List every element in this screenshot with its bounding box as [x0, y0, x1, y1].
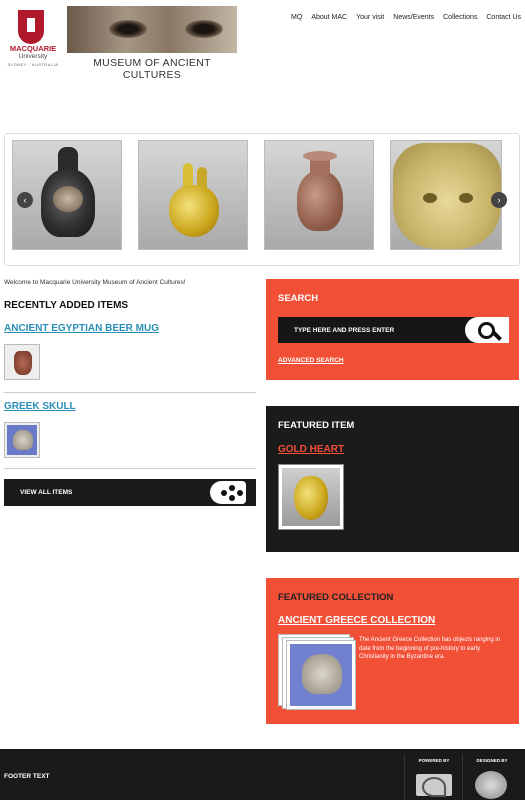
recent-item-title[interactable]: ANCIENT EGYPTIAN BEER MUG — [4, 323, 159, 334]
footer-text: FOOTER TEXT — [4, 773, 50, 780]
university-crest-icon — [18, 10, 44, 44]
nav-news-events[interactable]: News/Events — [393, 14, 434, 21]
featured-item-panel: FEATURED ITEM GOLD HEART — [266, 406, 519, 552]
search-bar — [278, 317, 509, 343]
item-divider — [4, 392, 256, 393]
view-all-label: VIEW ALL ITEMS — [20, 489, 73, 496]
carousel-slide-bes[interactable] — [390, 140, 502, 250]
terracotta-jar-image — [295, 151, 345, 241]
beer-mug-image — [14, 351, 32, 375]
recent-item-title[interactable]: GREEK SKULL — [4, 401, 76, 412]
carousel-slide-gold-heart[interactable] — [138, 140, 248, 250]
skull-image — [290, 644, 352, 706]
nav-about-mac[interactable]: About MAC — [311, 14, 347, 21]
designer-logo-icon — [475, 771, 507, 799]
museum-banner-image[interactable] — [67, 6, 237, 53]
statue-eye-right — [185, 20, 223, 38]
gold-heart-image — [294, 476, 328, 520]
greek-skull-image — [7, 425, 37, 455]
site-header: MACQUARIE University SYDNEY · AUSTRALIA … — [0, 0, 525, 81]
powered-by-label: POWERED BY — [418, 758, 450, 763]
carousel-next-button[interactable]: › — [491, 192, 507, 208]
recent-item-thumbnail[interactable] — [4, 422, 40, 458]
featured-collection-panel: FEATURED COLLECTION ANCIENT GREECE COLLE… — [266, 578, 519, 724]
designed-by-label: DESIGNED BY — [476, 758, 508, 763]
featured-collection-title: FEATURED COLLECTION — [278, 592, 394, 603]
nav-contact-us[interactable]: Contact Us — [486, 14, 521, 21]
search-input[interactable] — [278, 317, 458, 343]
featured-item-thumbnail[interactable] — [278, 464, 344, 530]
university-name: MACQUARIE — [9, 44, 57, 53]
featured-collection-description: The Ancient Greece Collection has object… — [359, 637, 501, 660]
university-tagline: SYDNEY · AUSTRALIA — [7, 62, 59, 67]
gold-heart-image — [165, 161, 225, 241]
advanced-search-link[interactable]: ADVANCED SEARCH — [278, 357, 344, 364]
top-navigation: MQ About MAC Your visit News/Events Coll… — [291, 14, 521, 21]
nav-mq[interactable]: MQ — [291, 14, 302, 21]
macquarie-logo[interactable]: MACQUARIE University SYDNEY · AUSTRALIA — [4, 8, 60, 68]
view-all-items-button[interactable]: VIEW ALL ITEMS — [4, 479, 256, 506]
nav-your-visit[interactable]: Your visit — [356, 14, 384, 21]
bes-mask-image — [393, 143, 501, 249]
omeka-logo-icon — [416, 774, 452, 797]
dice-icon — [210, 481, 246, 504]
featured-item-name[interactable]: GOLD HEART — [278, 444, 344, 455]
featured-item-title: FEATURED ITEM — [278, 420, 355, 431]
item-divider — [4, 468, 256, 469]
carousel-slide-jar[interactable] — [264, 140, 374, 250]
nav-collections[interactable]: Collections — [443, 14, 477, 21]
recent-item-thumbnail[interactable] — [4, 344, 40, 380]
search-panel: SEARCH ADVANCED SEARCH — [266, 279, 519, 380]
search-icon[interactable] — [465, 317, 509, 343]
university-wordmark: MACQUARIE University SYDNEY · AUSTRALIA — [4, 45, 62, 69]
site-footer: FOOTER TEXT POWERED BY DESIGNED BY — [0, 749, 525, 800]
recent-items-heading: RECENTLY ADDED ITEMS — [4, 300, 129, 311]
museum-title[interactable]: MUSEUM OF ANCIENT CULTURES — [67, 57, 237, 81]
designed-by-credit[interactable]: DESIGNED BY — [462, 754, 520, 800]
vase-figure-panel — [53, 186, 83, 212]
statue-eye-left — [109, 20, 147, 38]
search-title: SEARCH — [278, 293, 319, 304]
welcome-text: Welcome to Macquarie University Museum o… — [4, 279, 186, 286]
carousel-prev-button[interactable]: ‹ — [17, 192, 33, 208]
university-sub: University — [18, 53, 48, 60]
collection-thumbnail-stack[interactable] — [278, 634, 358, 712]
image-carousel: ‹ › — [4, 133, 520, 266]
powered-by-credit[interactable]: POWERED BY — [404, 754, 462, 800]
featured-collection-name[interactable]: ANCIENT GREECE COLLECTION — [278, 615, 435, 626]
